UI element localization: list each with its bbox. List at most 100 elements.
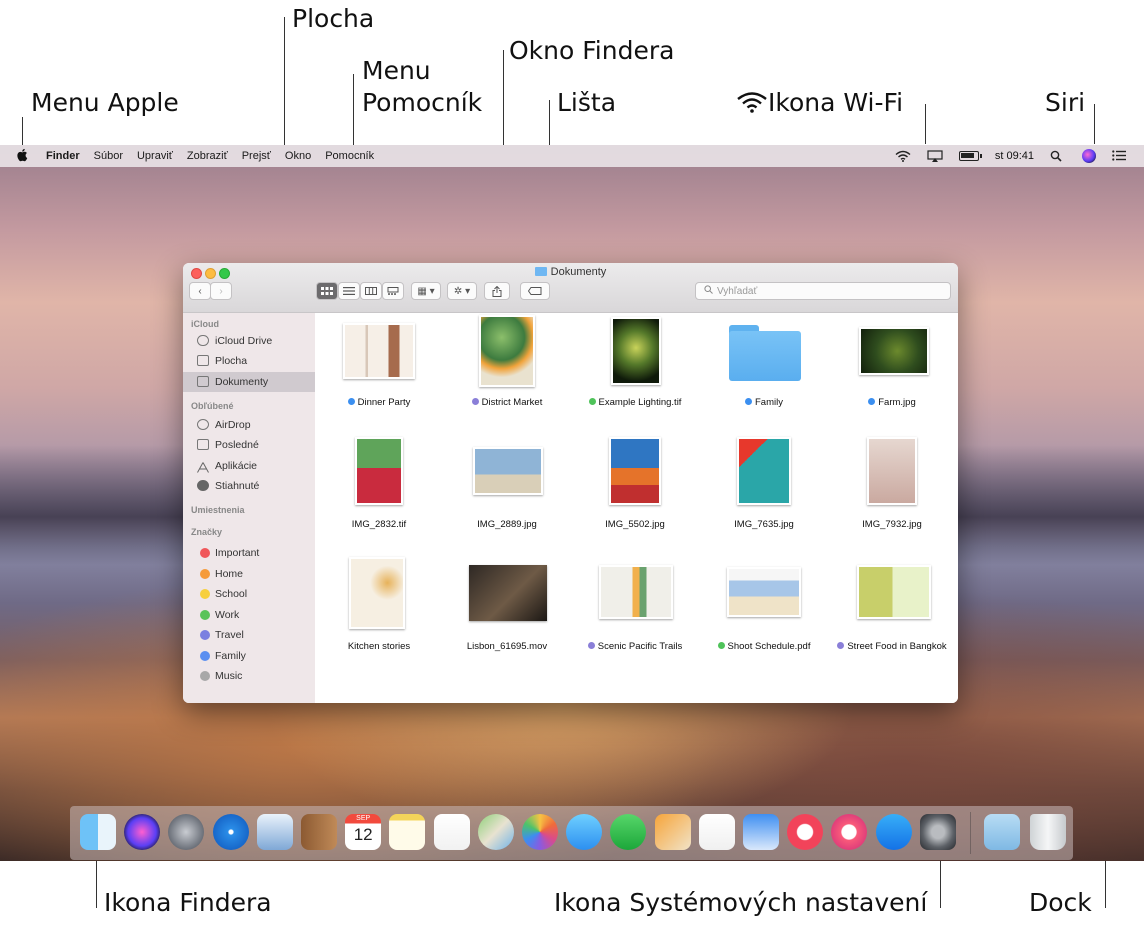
file-item[interactable]: Street Food in Bangkok	[837, 641, 947, 653]
sidebar-tag-work[interactable]: Work	[183, 605, 315, 625]
menu-subor[interactable]: Súbor	[94, 150, 123, 162]
reminders-icon[interactable]	[433, 814, 470, 850]
sidebar-tag-home[interactable]: Home	[183, 564, 315, 584]
calendar-icon[interactable]: SEP 12	[345, 814, 382, 850]
menu-zobrazit[interactable]: Zobraziť	[187, 150, 228, 162]
facetime-icon[interactable]	[610, 814, 647, 850]
callout-menu-pomocnik-line1: Menu	[362, 56, 431, 85]
numbers-icon[interactable]	[698, 814, 735, 850]
keynote-icon[interactable]	[743, 814, 779, 850]
safari-icon[interactable]	[212, 814, 249, 850]
menu-upravit[interactable]: Upraviť	[137, 150, 173, 162]
desktop[interactable]: Finder Súbor Upraviť Zobraziť Prejsť Okn…	[0, 145, 1144, 861]
sidebar: iCloud iCloud Drive Plocha Dokumenty Obľ…	[183, 313, 315, 703]
file-name: Scenic Pacific Trails	[597, 641, 683, 652]
sidebar-item-plocha[interactable]: Plocha	[183, 351, 315, 371]
airplay-icon[interactable]	[927, 150, 943, 162]
menu-finder[interactable]: Finder	[46, 150, 80, 162]
file-item[interactable]: IMG_2832.tif	[324, 519, 434, 531]
sidebar-tag-music[interactable]: Music	[183, 666, 315, 686]
music-icon[interactable]	[831, 814, 868, 850]
sidebar-tag-important[interactable]: Important	[183, 543, 315, 563]
file-item[interactable]: IMG_5502.jpg	[580, 519, 690, 531]
column-view-button[interactable]	[360, 282, 382, 300]
forward-button[interactable]: ›	[210, 282, 232, 300]
file-name: Kitchen stories	[347, 641, 411, 652]
sidebar-item-icloud-drive[interactable]: iCloud Drive	[183, 331, 315, 351]
list-view-button[interactable]	[338, 282, 360, 300]
finder-window[interactable]: Dokumenty ‹ › ▦ ▾ ✲ ▾ Vyhľadať iCloud iC…	[183, 263, 958, 703]
siri-icon[interactable]	[1082, 149, 1096, 163]
wifi-icon[interactable]	[895, 150, 911, 162]
menu-prejst[interactable]: Prejsť	[242, 150, 271, 162]
file-item[interactable]: District Market	[452, 397, 562, 409]
tag-color-dot	[200, 548, 210, 558]
sidebar-tag-travel[interactable]: Travel	[183, 625, 315, 645]
thumb-img-5502	[609, 437, 661, 505]
spotlight-search-icon[interactable]	[1050, 150, 1066, 162]
file-item[interactable]: IMG_7635.jpg	[709, 519, 819, 531]
menu-pomocnik[interactable]: Pomocník	[325, 150, 374, 162]
sidebar-label: AirDrop	[215, 419, 251, 431]
file-item[interactable]: IMG_2889.jpg	[452, 519, 562, 531]
tag-color-dot	[200, 609, 210, 620]
group-by-button[interactable]: ▦ ▾	[411, 282, 441, 300]
action-gear-button[interactable]: ✲ ▾	[447, 282, 477, 300]
notification-center-icon[interactable]	[1112, 150, 1128, 162]
launchpad-icon[interactable]	[168, 814, 205, 850]
downloads-stack-icon[interactable]	[984, 814, 1020, 850]
thumb-img-2889	[473, 447, 543, 495]
sidebar-item-stiahnute[interactable]: Stiahnuté	[183, 476, 315, 496]
apple-menu-icon[interactable]	[16, 148, 36, 165]
sidebar-head-tags: Značky	[191, 527, 223, 537]
trash-icon[interactable]	[1030, 814, 1066, 850]
sidebar-tag-school[interactable]: School	[183, 584, 315, 604]
menu-okno[interactable]: Okno	[285, 150, 311, 162]
tags-button[interactable]	[520, 282, 550, 300]
thumb-img-2832	[355, 437, 403, 505]
file-item[interactable]: Family	[709, 397, 819, 409]
sidebar-item-aplikacie[interactable]: Aplikácie	[183, 456, 315, 476]
notes-icon[interactable]	[389, 814, 426, 850]
gallery-view-button[interactable]	[382, 282, 404, 300]
photos-icon[interactable]	[522, 814, 558, 850]
contacts-icon[interactable]	[301, 814, 337, 850]
file-grid[interactable]: Dinner Party District Market Example Light…	[315, 313, 958, 703]
cloud-icon	[197, 335, 209, 346]
sidebar-tag-family[interactable]: Family	[183, 646, 315, 666]
finder-icon[interactable]	[80, 814, 116, 850]
search-field[interactable]: Vyhľadať	[695, 282, 951, 300]
file-item[interactable]: Scenic Pacific Trails	[580, 641, 690, 653]
file-name: Family	[755, 397, 783, 408]
share-button[interactable]	[484, 282, 510, 300]
siri-icon[interactable]	[124, 814, 161, 850]
file-item[interactable]: Lisbon_61695.mov	[452, 641, 562, 653]
window-toolbar: Dokumenty ‹ › ▦ ▾ ✲ ▾ Vyhľadať	[183, 263, 958, 313]
icon-view-button[interactable]	[316, 282, 338, 300]
file-item[interactable]: Farm.jpg	[837, 397, 947, 409]
pages-icon[interactable]	[654, 814, 691, 850]
callout-menu-apple: Menu Apple	[31, 88, 179, 117]
file-item[interactable]: Dinner Party	[324, 397, 434, 409]
sidebar-label: Stiahnuté	[215, 480, 260, 492]
app-store-icon[interactable]	[875, 814, 912, 850]
sidebar-item-dokumenty[interactable]: Dokumenty	[183, 372, 315, 392]
sidebar-item-posledne[interactable]: Posledné	[183, 435, 315, 455]
menu-clock[interactable]: st 09:41	[995, 150, 1034, 162]
back-button[interactable]: ‹	[189, 282, 211, 300]
mail-icon[interactable]	[256, 814, 293, 850]
messages-icon[interactable]	[566, 814, 603, 850]
file-item[interactable]: Example Lighting.tif	[580, 397, 690, 409]
sidebar-item-airdrop[interactable]: AirDrop	[183, 415, 315, 435]
sidebar-label: Important	[215, 547, 260, 559]
battery-icon[interactable]	[958, 151, 982, 161]
news-icon[interactable]	[787, 814, 824, 850]
file-item[interactable]: Kitchen stories	[324, 641, 434, 653]
sidebar-label: Travel	[215, 629, 244, 641]
thumb-example-lighting	[611, 317, 661, 385]
maps-icon[interactable]	[477, 814, 514, 850]
thumb-street-food	[857, 565, 931, 619]
file-item[interactable]: IMG_7932.jpg	[837, 519, 947, 531]
system-preferences-icon[interactable]	[919, 814, 956, 850]
file-item[interactable]: Shoot Schedule.pdf	[709, 641, 819, 653]
